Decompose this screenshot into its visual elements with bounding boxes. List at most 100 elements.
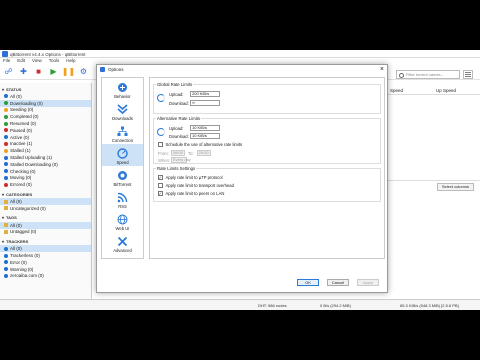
sidebar-item-label: All (0) [10, 246, 22, 252]
schedule-label: Schedule the use of alternative rate lim… [165, 142, 243, 147]
when-select[interactable]: Every day [171, 157, 191, 163]
nav-item-behavior[interactable]: Behavior [102, 78, 143, 100]
options-dialog: Options × Behavior Downloads Connection Spe… [96, 64, 388, 293]
downloads-icon [117, 104, 128, 115]
nav-item-downloads[interactable]: Downloads [102, 100, 143, 122]
rate-limits-settings-group: Rate Limits Settings ✓ Apply rate limit … [153, 166, 381, 202]
column-speed[interactable]: Speed [388, 86, 434, 94]
section-trackers[interactable]: ▾ TRACKERS [0, 237, 91, 245]
sidebar-item-label: Downloading (0) [10, 100, 43, 106]
sidebar-item[interactable]: Completed (0) [0, 113, 91, 120]
speed-page: Global Rate Limits Upload: 200 KiB/s Dow… [149, 77, 385, 259]
sidebar-item[interactable]: Trackerless (0) [0, 252, 91, 259]
download-limit-input[interactable]: ∞ [190, 100, 220, 106]
overhead-checkbox[interactable] [158, 183, 163, 188]
sidebar-item[interactable]: Paused (0) [0, 127, 91, 134]
group-title: Global Rate Limits [156, 82, 194, 87]
schedule-checkbox[interactable] [158, 142, 163, 147]
filter-options-button[interactable] [463, 70, 473, 79]
sidebar-item[interactable]: Downloading (0) [0, 99, 91, 107]
sidebar-item-label: Inactive (1) [10, 141, 33, 147]
app-icon [2, 51, 8, 57]
ok-button[interactable]: OK [297, 279, 319, 286]
sidebar-item[interactable]: All (0) [0, 93, 91, 100]
settings-icon[interactable]: ⚙ [78, 66, 89, 77]
cancel-button[interactable]: Cancel [327, 279, 349, 286]
sidebar-item[interactable]: Checking (0) [0, 168, 91, 175]
select-columns-button[interactable]: Select columns [436, 183, 474, 191]
filter-icon [4, 94, 8, 99]
sidebar-item-label: Uncategorized (0) [10, 205, 46, 211]
sidebar-item-label: Seeding (0) [10, 107, 34, 113]
sidebar-item-label: Completed (0) [10, 114, 39, 120]
dialog-title-bar: Options [97, 65, 387, 74]
remove-icon[interactable]: ■ [33, 66, 44, 77]
bittorrent-icon [118, 171, 127, 180]
sidebar-item[interactable]: Moving (0) [0, 175, 91, 182]
alt-upload-limit-input[interactable]: 10 KiB/s [190, 125, 220, 131]
section-categories-title: CATEGORIES [6, 191, 33, 197]
add-torrent-icon[interactable]: ✚ [18, 66, 29, 77]
lan-checkbox[interactable]: ✓ [158, 191, 163, 196]
nav-item-rss[interactable]: RSS [102, 188, 143, 210]
sidebar-item[interactable]: zeroaiba.com (0) [0, 273, 91, 280]
sidebar-item[interactable]: Inactive (1) [0, 141, 91, 148]
sidebar-item-label: Stalled Uploading (1) [10, 155, 53, 161]
sidebar-item[interactable]: Untagged (0) [0, 229, 91, 236]
filter-icon [4, 101, 8, 106]
utp-checkbox[interactable]: ✓ [158, 175, 163, 180]
sidebar-item[interactable]: All (0) [0, 245, 91, 253]
apply-button[interactable]: Apply [357, 279, 379, 286]
alt-download-limit-input[interactable]: 10 KiB/s [190, 133, 220, 139]
nav-item-label: Behavior [114, 94, 131, 99]
sidebar-item[interactable]: Stalled (1) [0, 147, 91, 154]
sidebar-item[interactable]: Resumed (0) [0, 120, 91, 127]
from-time-input[interactable]: 08:00 [171, 150, 185, 156]
sidebar-item-label: Checking (0) [10, 168, 36, 174]
nav-item-web-ui[interactable]: Web UI [102, 210, 143, 232]
sidebar-item[interactable]: All (0) [0, 198, 91, 205]
overhead-label: Apply rate limit to transport overhead [165, 183, 234, 188]
lan-label: Apply rate limit to peers on LAN [165, 191, 225, 196]
global-rate-limits-group: Global Rate Limits Upload: 200 KiB/s Dow… [153, 82, 381, 114]
section-status[interactable]: ▾ STATUS [0, 85, 91, 93]
resume-icon[interactable]: ▶ [48, 66, 59, 77]
sidebar-item-label: All (0) [10, 222, 22, 228]
search-input[interactable]: Filter torrent names... [396, 70, 460, 79]
close-icon[interactable]: × [380, 65, 384, 74]
sidebar-item[interactable]: Active (0) [0, 134, 91, 141]
nav-item-bittorrent[interactable]: BitTorrent [102, 166, 143, 188]
nav-item-connection[interactable]: Connection [102, 122, 143, 144]
sidebar-item[interactable]: Errored (0) [0, 181, 91, 188]
section-tags[interactable]: ▾ TAGS [0, 214, 91, 222]
nav-item-speed[interactable]: Speed [102, 144, 143, 166]
nav-item-advanced[interactable]: Advanced [102, 232, 143, 254]
speedometer-icon [157, 128, 165, 136]
title-bar: qBittorrent v4.4.x Options - qBittorrent [0, 50, 480, 58]
filter-icon [4, 229, 8, 234]
torrent-list-header: Speed Up Speed [388, 86, 480, 95]
to-time-input[interactable]: 20:00 [196, 150, 211, 156]
sidebar-item-label: Untagged (0) [10, 229, 37, 235]
filter-icon [4, 223, 8, 228]
sidebar-item-label: Error (0) [10, 259, 27, 265]
sidebar-item-label: zeroaiba.com (0) [10, 273, 44, 279]
section-trackers-title: TRACKERS [6, 238, 29, 244]
sidebar-item[interactable]: Error (0) [0, 259, 91, 266]
upload-label: Upload: [169, 91, 184, 97]
section-categories[interactable]: ▾ CATEGORIES [0, 190, 91, 198]
sidebar-item[interactable]: Stalled Uploading (1) [0, 154, 91, 161]
sidebar-item[interactable]: Warning (0) [0, 266, 91, 273]
sidebar-item[interactable]: All (0) [0, 221, 91, 229]
upload-limit-input[interactable]: 200 KiB/s [190, 91, 220, 97]
sidebar-item[interactable]: Uncategorized (0) [0, 205, 91, 212]
sidebar-item-label: Stalled (1) [10, 148, 31, 154]
column-up-speed[interactable]: Up Speed [434, 86, 480, 94]
alternative-rate-limits-group: Alternative Rate Limits Upload: 10 KiB/s… [153, 116, 381, 164]
filter-icon [4, 155, 8, 160]
add-link-icon[interactable]: ☍ [3, 66, 14, 77]
sidebar-item[interactable]: Seeding (0) [0, 107, 91, 114]
pause-icon[interactable]: ❚❚ [62, 66, 75, 77]
filter-icon [4, 141, 8, 146]
sidebar-item[interactable]: Stalled Downloading (0) [0, 161, 91, 168]
